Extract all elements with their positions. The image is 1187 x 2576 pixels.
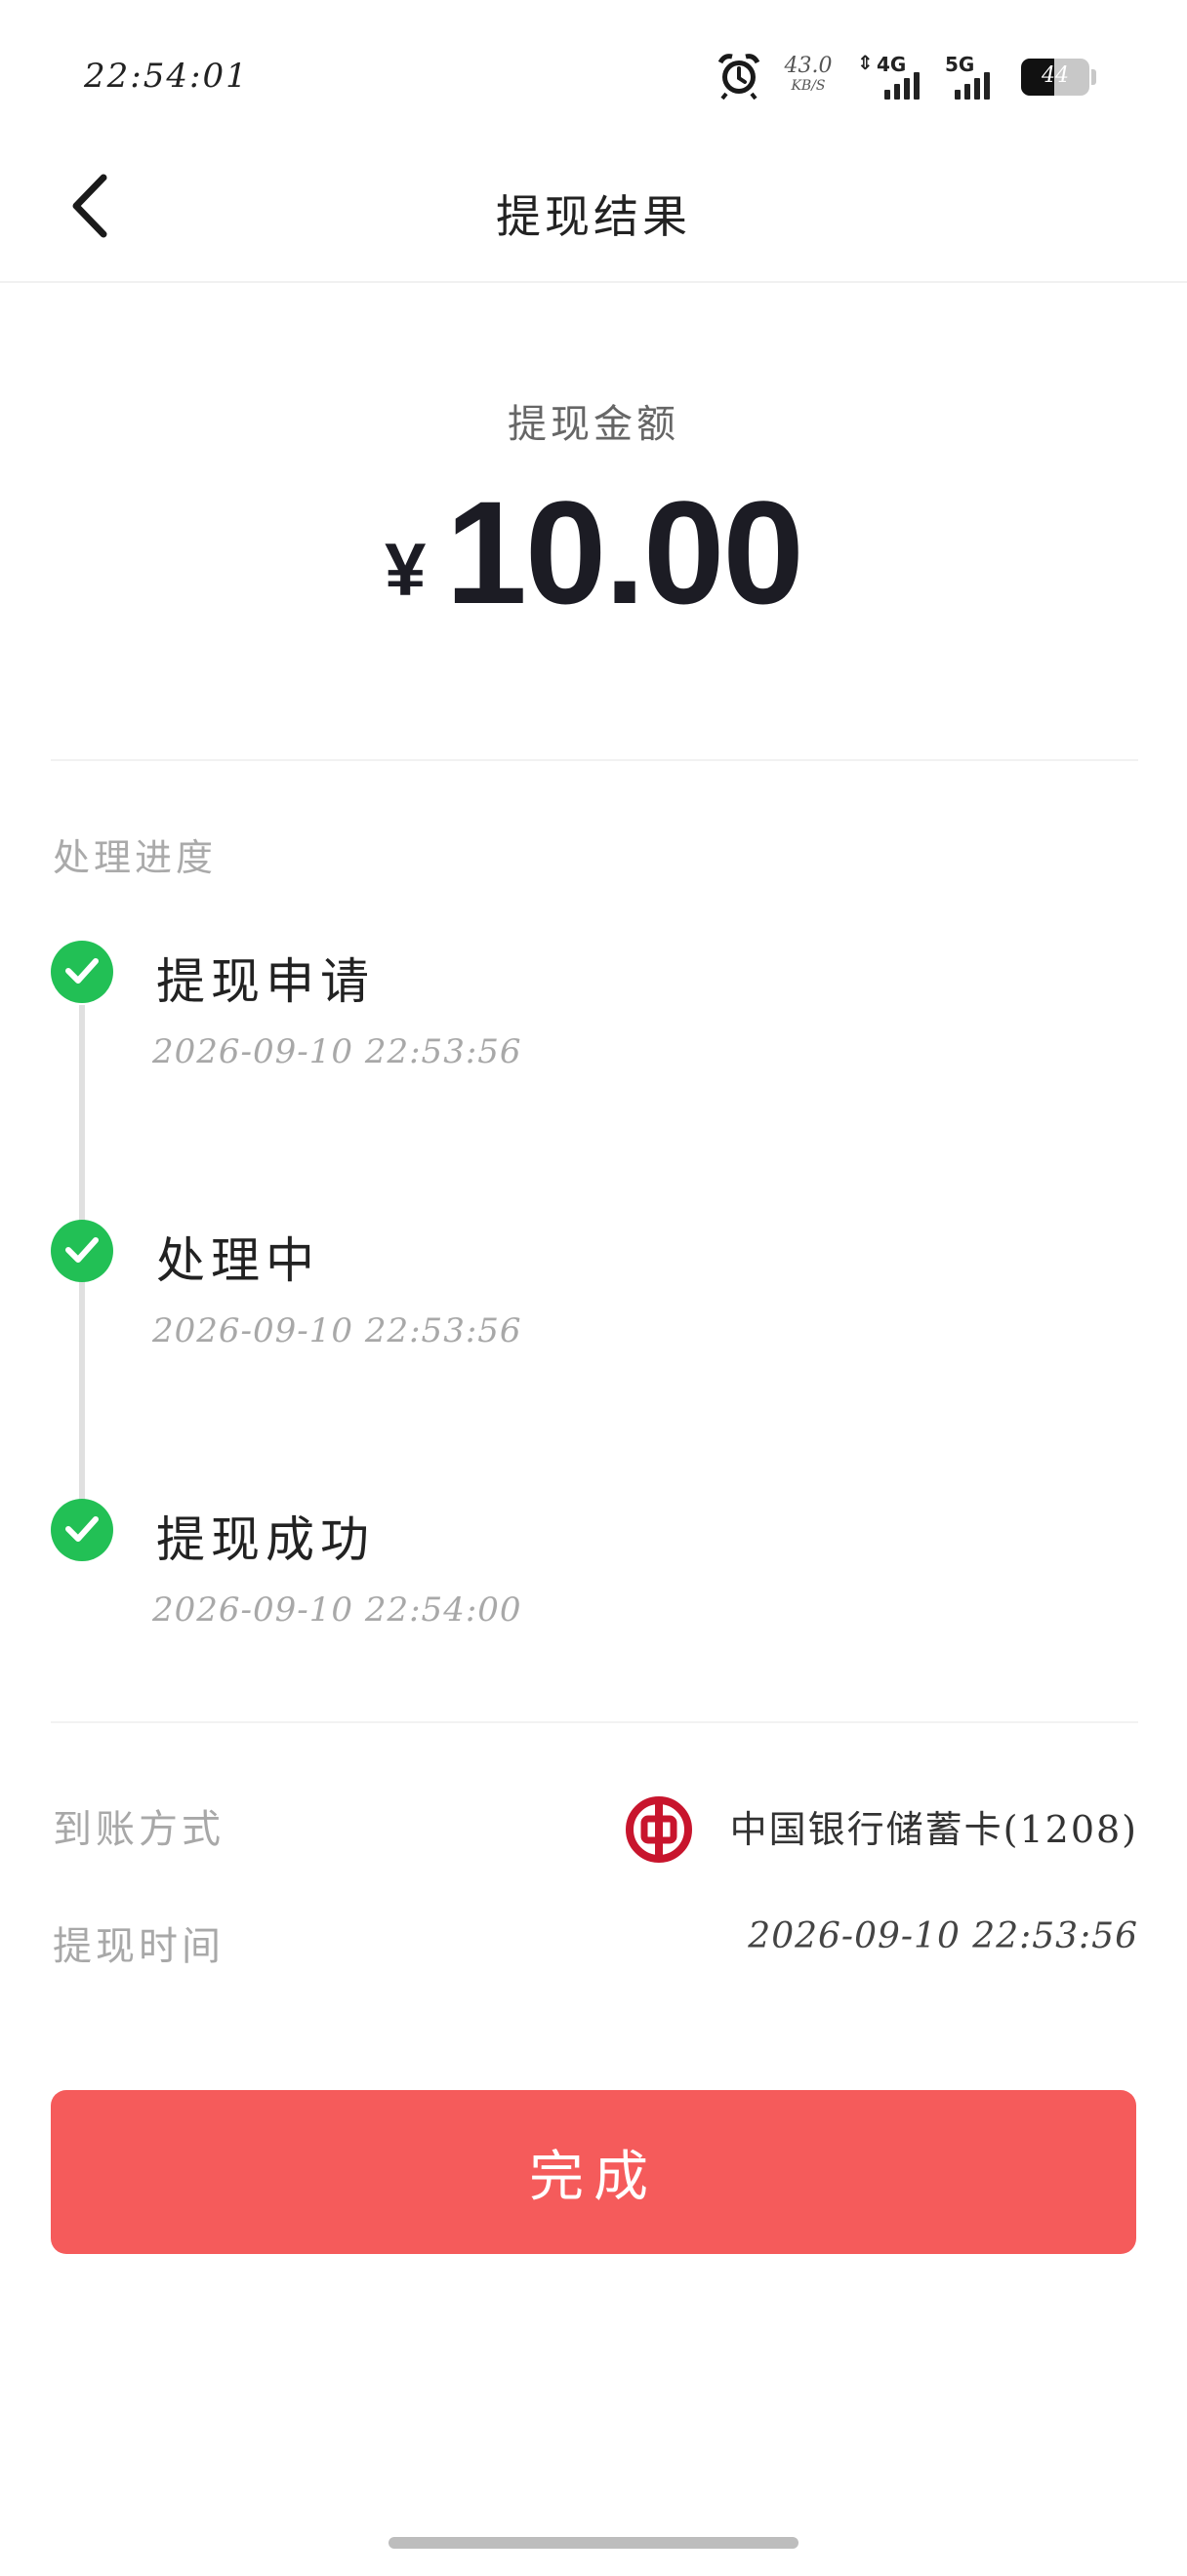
signal-bars-icon <box>955 72 990 100</box>
step-time: 2026-09-10 22:53:56 <box>152 1311 522 1350</box>
status-time: 22:54:01 <box>84 57 249 96</box>
step-check-icon <box>51 1499 113 1561</box>
home-indicator[interactable] <box>389 2537 798 2549</box>
progress-title: 处理进度 <box>53 836 218 879</box>
section-divider <box>51 759 1138 761</box>
data-arrows-icon: ⇕ <box>857 51 874 74</box>
time-value: 2026-09-10 22:53:56 <box>748 1916 1138 1956</box>
amount-value: 10.00 <box>445 470 803 634</box>
time-label: 提现时间 <box>53 1924 225 1969</box>
header-divider <box>0 281 1187 283</box>
battery-cap <box>1091 69 1096 85</box>
bank-of-china-icon <box>626 1796 692 1863</box>
step-title: 提现申请 <box>156 953 375 1010</box>
signal-4g: ⇕ 4G <box>857 51 929 100</box>
signal-5g: 5G <box>945 51 1003 100</box>
amount-label: 提现金额 <box>508 402 679 447</box>
currency-symbol: ¥ <box>385 529 427 612</box>
section-divider <box>51 1721 1138 1723</box>
step-check-icon <box>51 941 113 1003</box>
step-check-icon <box>51 1220 113 1282</box>
done-button[interactable]: 完成 <box>51 2090 1136 2254</box>
page-title: 提现结果 <box>496 190 691 243</box>
network-speed: 43.0 KB/S <box>784 54 833 95</box>
battery-icon: 44 <box>1021 59 1089 96</box>
step-title: 提现成功 <box>156 1511 375 1568</box>
method-label: 到账方式 <box>53 1807 225 1852</box>
alarm-icon <box>717 54 760 100</box>
step-time: 2026-09-10 22:53:56 <box>152 1032 522 1071</box>
step-time: 2026-09-10 22:54:00 <box>152 1590 522 1630</box>
signal-bars-icon <box>884 72 920 100</box>
step-title: 处理中 <box>156 1232 320 1289</box>
method-value: 中国银行储蓄卡(1208) <box>729 1808 1138 1851</box>
withdraw-amount: ¥10.00 <box>0 468 1187 637</box>
